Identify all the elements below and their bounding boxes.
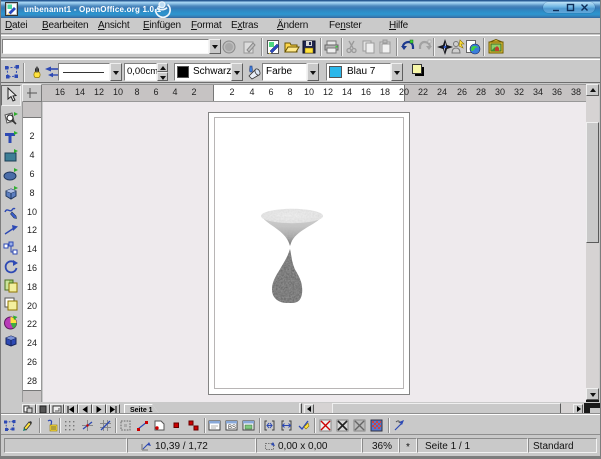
svg-text:BS: BS bbox=[228, 425, 236, 431]
